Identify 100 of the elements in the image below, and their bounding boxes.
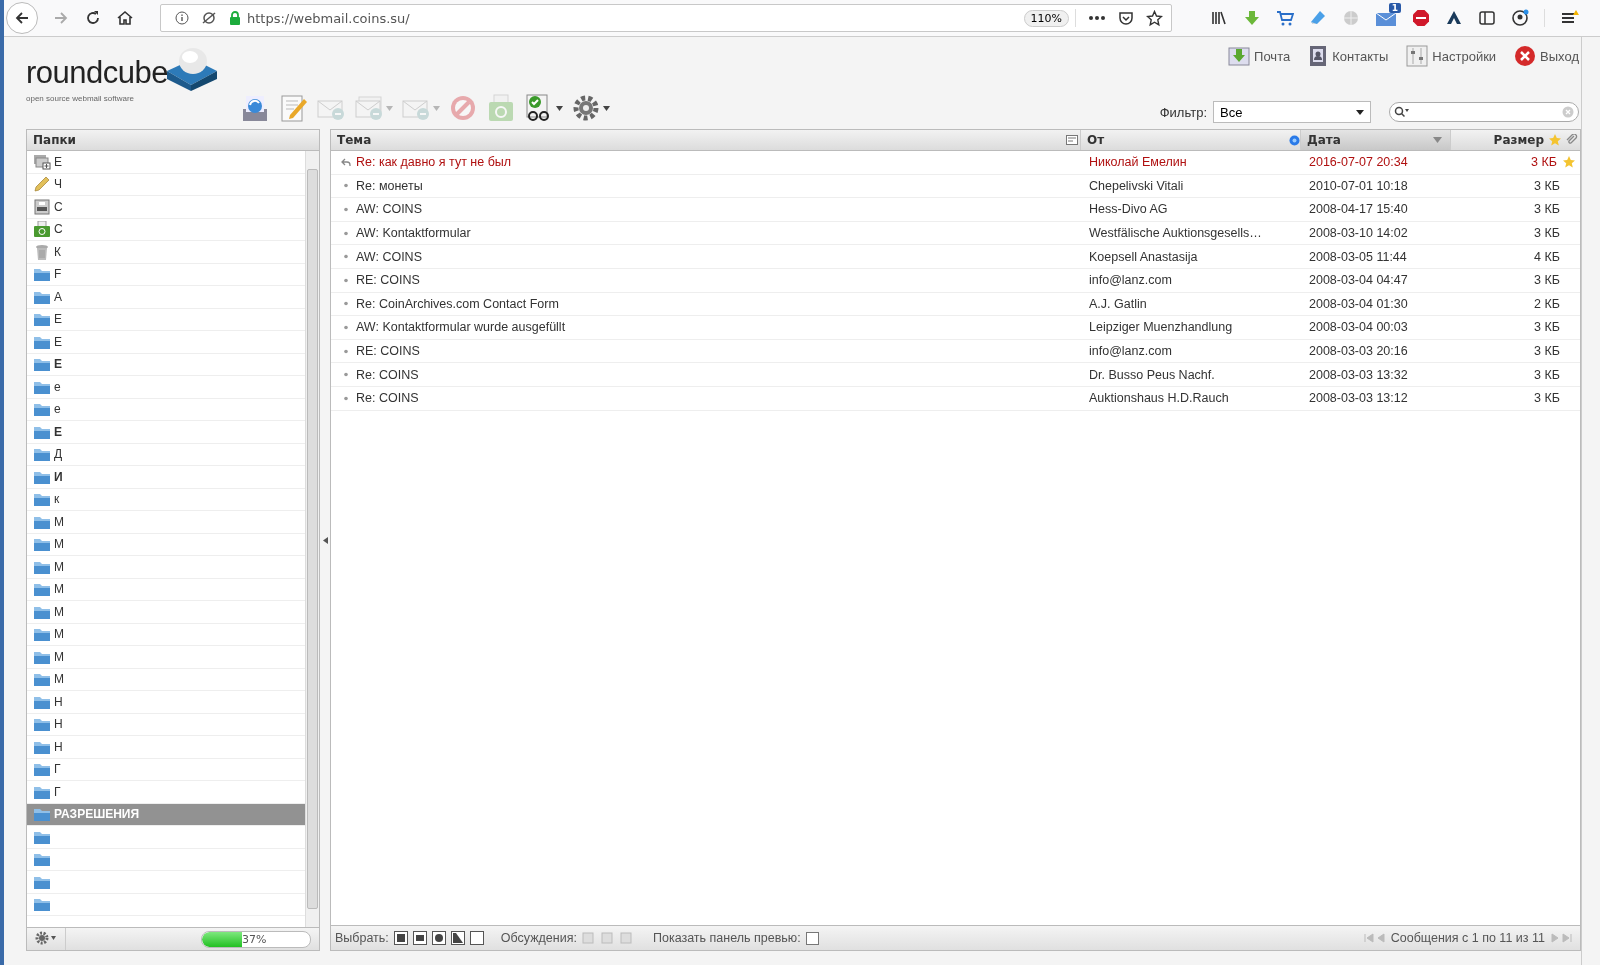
message-subject[interactable]: Re: COINS — [356, 391, 419, 406]
pocket-icon[interactable] — [1118, 10, 1134, 26]
folder-item[interactable]: Н — [27, 691, 305, 714]
cart-icon[interactable] — [1276, 9, 1294, 27]
column-header[interactable]: Размер — [1451, 130, 1580, 150]
folder-icon — [33, 266, 51, 283]
folder-item[interactable]: М — [27, 646, 305, 669]
message-subject[interactable]: Re: монеты — [356, 178, 423, 193]
folder-item[interactable]: Н — [27, 736, 305, 759]
folder-item[interactable]: М — [27, 556, 305, 579]
adblock-icon[interactable] — [1412, 9, 1430, 27]
search-field[interactable] — [1389, 102, 1579, 122]
folder-item[interactable]: И — [27, 466, 305, 489]
message-subject[interactable]: Re: CoinArchives.com Contact Form — [356, 296, 559, 311]
folder-icon — [33, 626, 51, 643]
folder-icon — [33, 896, 51, 913]
select-unread-icon[interactable] — [431, 931, 446, 945]
contacts-link[interactable]: Контакты — [1308, 45, 1389, 67]
splitter-handle-icon[interactable] — [322, 536, 328, 544]
select-all-icon[interactable] — [393, 931, 408, 945]
message-size: 3 КБ — [1534, 202, 1560, 217]
column-header[interactable]: Дата — [1301, 130, 1451, 150]
folder-item[interactable]: к — [27, 488, 305, 511]
scrollbar[interactable] — [305, 151, 319, 927]
star-icon[interactable] — [1562, 155, 1576, 170]
message-date: 2008-03-04 01:30 — [1309, 296, 1408, 311]
folder-item[interactable]: Г — [27, 758, 305, 781]
home-icon[interactable] — [116, 9, 134, 27]
tracking-icon[interactable] — [201, 11, 217, 25]
folder-item[interactable]: Г — [27, 781, 305, 804]
select-none-icon[interactable] — [469, 931, 484, 945]
folder-icon — [33, 716, 51, 733]
more-icon[interactable] — [1088, 15, 1106, 21]
message-subject[interactable]: AW: COINS — [356, 249, 422, 264]
address-bar[interactable]: https://webmail.coins.su/ 110% — [160, 4, 1172, 32]
folder-icon — [33, 491, 51, 508]
caret-icon — [433, 105, 440, 111]
folder-item[interactable]: Е — [27, 151, 305, 174]
message-subject[interactable]: AW: Kontaktformular wurde ausgefüllt — [356, 320, 566, 335]
folder-item[interactable]: F — [27, 263, 305, 286]
tagline: open source webmail software — [26, 94, 135, 103]
mail-link[interactable]: Почта — [1228, 46, 1291, 66]
column-header[interactable]: Тема — [331, 130, 1081, 150]
message-date: 2008-03-10 14:02 — [1309, 226, 1408, 241]
folder-item[interactable]: М — [27, 668, 305, 691]
sidebar-icon[interactable] — [1478, 9, 1496, 27]
list-options-icon[interactable] — [1066, 135, 1078, 145]
triangle-icon[interactable] — [1445, 9, 1463, 27]
folder-item[interactable]: М — [27, 623, 305, 646]
info-icon[interactable] — [175, 11, 189, 25]
back-button[interactable] — [6, 2, 38, 34]
folder-item[interactable]: М — [27, 533, 305, 556]
folder-item[interactable]: М — [27, 601, 305, 624]
library-icon[interactable] — [1210, 9, 1228, 27]
select-invert-icon[interactable] — [450, 931, 465, 945]
threads-label: Обсуждения: — [500, 931, 577, 945]
message-size: 3 КБ — [1534, 178, 1560, 193]
folder-item[interactable]: E — [27, 308, 305, 331]
message-date: 2008-04-17 15:40 — [1309, 202, 1408, 217]
folder-icon — [33, 671, 51, 688]
folder-item[interactable]: е — [27, 376, 305, 399]
settings-link[interactable]: Настройки — [1406, 45, 1497, 67]
account-icon[interactable] — [1511, 9, 1529, 27]
folder-item[interactable]: A — [27, 286, 305, 309]
logout-link[interactable]: Выход — [1514, 45, 1579, 67]
folder-item[interactable]: E — [27, 421, 305, 444]
message-date: 2008-03-04 00:03 — [1309, 320, 1408, 335]
filter-select[interactable]: Все — [1213, 101, 1371, 123]
message-subject[interactable]: AW: COINS — [356, 202, 422, 217]
folder-item[interactable]: С — [27, 218, 305, 241]
address-book-icon — [1308, 45, 1329, 67]
folder-icon — [33, 401, 51, 418]
folder-icon — [33, 311, 51, 328]
folder-item[interactable]: е — [27, 398, 305, 421]
folder-item[interactable]: E — [27, 353, 305, 376]
folder-item[interactable]: К — [27, 241, 305, 264]
paperclip-icon — [1566, 134, 1578, 146]
folder-item[interactable]: Ч — [27, 173, 305, 196]
select-page-icon[interactable] — [412, 931, 427, 945]
message-subject[interactable]: Re: как давно я тут не был — [356, 155, 512, 170]
message-subject[interactable]: Re: COINS — [356, 367, 419, 382]
message-subject[interactable]: RE: COINS — [356, 273, 420, 288]
preview-checkbox[interactable] — [805, 931, 819, 945]
reload-icon[interactable] — [84, 9, 102, 27]
eraser-icon[interactable] — [1309, 9, 1327, 27]
recycle-basket-icon — [486, 93, 516, 123]
message-size: 2 КБ — [1534, 296, 1560, 311]
message-sender: Koepsell Anastasija — [1089, 249, 1198, 264]
folder-item[interactable]: С — [27, 196, 305, 219]
search-icon[interactable] — [1394, 106, 1410, 118]
folder-item[interactable]: E — [27, 331, 305, 354]
folder-item[interactable]: Д — [27, 443, 305, 466]
message-size: 3 КБ — [1534, 273, 1560, 288]
bookmark-star-icon[interactable] — [1146, 9, 1163, 27]
message-subject[interactable]: AW: Kontaktformular — [356, 226, 471, 241]
folder-item[interactable]: М — [27, 578, 305, 601]
folder-item[interactable]: Н — [27, 713, 305, 736]
folder-item[interactable]: М — [27, 511, 305, 534]
message-subject[interactable]: RE: COINS — [356, 344, 420, 359]
zoom-level[interactable]: 110% — [1023, 9, 1069, 27]
